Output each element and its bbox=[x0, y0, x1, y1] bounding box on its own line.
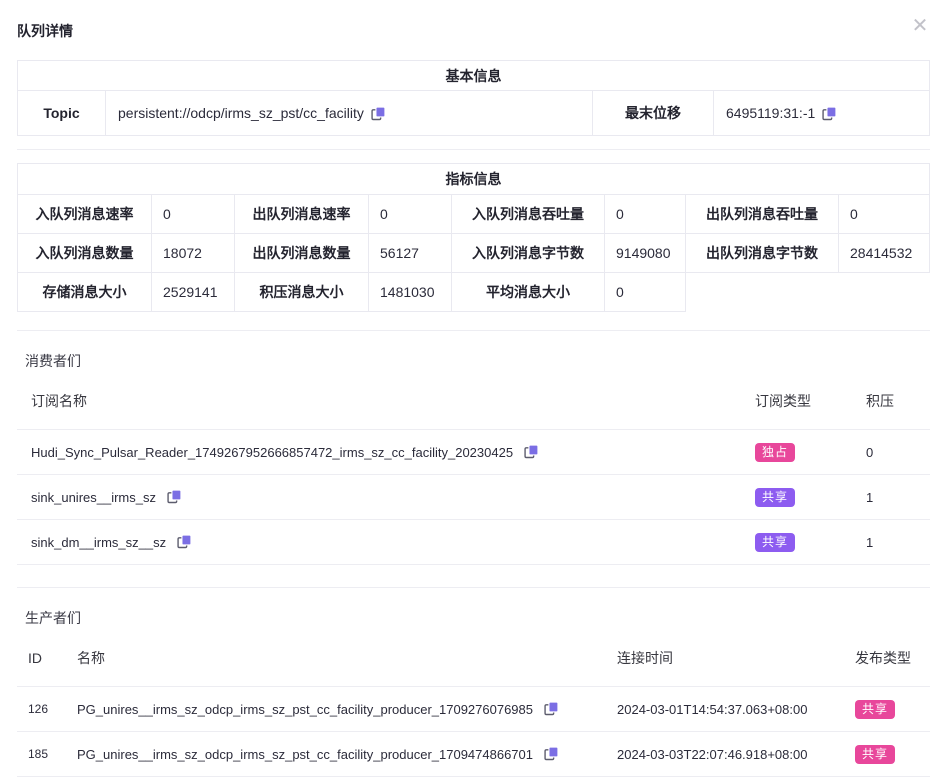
status-badge: 共享 bbox=[855, 700, 895, 719]
topic-value: persistent://odcp/irms_sz_pst/cc_facilit… bbox=[118, 105, 364, 121]
table-row: sink_dm__irms_sz__sz 共享 1 bbox=[17, 520, 930, 565]
subscription-name: Hudi_Sync_Pulsar_Reader_1749267952666857… bbox=[31, 445, 513, 460]
metric-value: 56127 bbox=[369, 234, 452, 273]
divider bbox=[17, 330, 930, 331]
subscription-name-cell: sink_unires__irms_sz bbox=[17, 489, 755, 505]
dialog-header: 队列详情 ✕ bbox=[0, 0, 947, 35]
offset-value: 6495119:31:-1 bbox=[726, 105, 815, 121]
col-header-publish-type: 发布类型 bbox=[855, 648, 930, 668]
copy-icon[interactable] bbox=[544, 746, 559, 761]
col-header-subscription-type: 订阅类型 bbox=[755, 391, 866, 411]
metric-label: 出队列消息速率 bbox=[235, 195, 369, 234]
subscription-name-cell: Hudi_Sync_Pulsar_Reader_1749267952666857… bbox=[17, 444, 755, 460]
basic-info-title: 基本信息 bbox=[17, 60, 930, 90]
dialog-title: 队列详情 bbox=[17, 23, 73, 39]
status-badge: 共享 bbox=[855, 745, 895, 764]
table-row: 185 PG_unires__irms_sz_odcp_irms_sz_pst_… bbox=[17, 732, 930, 777]
publish-type-cell: 共享 bbox=[855, 745, 930, 764]
table-row: 126 PG_unires__irms_sz_odcp_irms_sz_pst_… bbox=[17, 687, 930, 732]
metric-value: 0 bbox=[152, 195, 235, 234]
divider bbox=[17, 587, 930, 588]
metric-label: 积压消息大小 bbox=[235, 273, 369, 312]
copy-icon[interactable] bbox=[167, 489, 182, 504]
metrics-row: 入队列消息数量 18072 出队列消息数量 56127 入队列消息字节数 914… bbox=[17, 234, 930, 273]
metric-label: 入队列消息字节数 bbox=[452, 234, 605, 273]
producer-name: PG_unires__irms_sz_odcp_irms_sz_pst_cc_f… bbox=[77, 702, 533, 717]
subscription-name: sink_dm__irms_sz__sz bbox=[31, 535, 166, 550]
copy-icon[interactable] bbox=[177, 534, 192, 549]
backlog-value: 0 bbox=[866, 445, 930, 460]
metrics-title: 指标信息 bbox=[17, 163, 930, 195]
metric-value: 1481030 bbox=[369, 273, 452, 312]
table-row: Hudi_Sync_Pulsar_Reader_1749267952666857… bbox=[17, 430, 930, 475]
metric-label: 存储消息大小 bbox=[17, 273, 152, 312]
metric-value: 2529141 bbox=[152, 273, 235, 312]
copy-icon[interactable] bbox=[524, 444, 539, 459]
copy-icon[interactable] bbox=[544, 701, 559, 716]
col-header-backlog: 积压 bbox=[866, 391, 930, 411]
copy-icon[interactable] bbox=[371, 106, 386, 121]
metric-label: 入队列消息吞吐量 bbox=[452, 195, 605, 234]
producer-id: 185 bbox=[17, 747, 77, 761]
metric-value: 0 bbox=[605, 195, 686, 234]
metric-value: 18072 bbox=[152, 234, 235, 273]
metric-value: 9149080 bbox=[605, 234, 686, 273]
metric-value: 0 bbox=[839, 195, 930, 234]
metric-value: 0 bbox=[605, 273, 686, 312]
col-header-subscription-name: 订阅名称 bbox=[17, 391, 755, 411]
basic-info-row: Topic persistent://odcp/irms_sz_pst/cc_f… bbox=[17, 90, 930, 136]
consumers-table: 订阅名称 订阅类型 积压 Hudi_Sync_Pulsar_Reader_174… bbox=[17, 372, 930, 565]
metrics-table: 指标信息 入队列消息速率 0 出队列消息速率 0 入队列消息吞吐量 0 出队列消… bbox=[17, 163, 930, 312]
offset-value-cell: 6495119:31:-1 bbox=[714, 91, 929, 135]
status-badge: 共享 bbox=[755, 533, 795, 552]
consumers-section-title: 消费者们 bbox=[25, 351, 947, 371]
status-badge: 共享 bbox=[755, 488, 795, 507]
producer-id: 126 bbox=[17, 702, 77, 716]
col-header-id: ID bbox=[17, 650, 77, 666]
publish-type-cell: 共享 bbox=[855, 700, 930, 719]
topic-label: Topic bbox=[18, 91, 106, 135]
metric-label: 出队列消息数量 bbox=[235, 234, 369, 273]
metric-value: 0 bbox=[369, 195, 452, 234]
col-header-producer-name: 名称 bbox=[77, 648, 617, 668]
backlog-value: 1 bbox=[866, 535, 930, 550]
offset-label: 最末位移 bbox=[593, 91, 714, 135]
metric-label: 入队列消息速率 bbox=[17, 195, 152, 234]
col-header-connect-time: 连接时间 bbox=[617, 648, 855, 668]
metric-label: 入队列消息数量 bbox=[17, 234, 152, 273]
producer-connect-time: 2024-03-03T22:07:46.918+08:00 bbox=[617, 747, 855, 762]
producer-name-cell: PG_unires__irms_sz_odcp_irms_sz_pst_cc_f… bbox=[77, 701, 617, 717]
producers-header-row: ID 名称 连接时间 发布类型 bbox=[17, 629, 930, 687]
basic-info-table: 基本信息 Topic persistent://odcp/irms_sz_pst… bbox=[17, 60, 930, 136]
metric-label: 出队列消息吞吐量 bbox=[686, 195, 839, 234]
close-icon[interactable]: ✕ bbox=[909, 14, 931, 36]
topic-value-cell: persistent://odcp/irms_sz_pst/cc_facilit… bbox=[106, 91, 593, 135]
producer-connect-time: 2024-03-01T14:54:37.063+08:00 bbox=[617, 702, 855, 717]
status-badge: 独占 bbox=[755, 443, 795, 462]
subscription-name: sink_unires__irms_sz bbox=[31, 490, 156, 505]
producers-section-title: 生产者们 bbox=[25, 608, 947, 628]
backlog-value: 1 bbox=[866, 490, 930, 505]
metric-value: 28414532 bbox=[839, 234, 930, 273]
copy-icon[interactable] bbox=[822, 106, 837, 121]
metric-label: 出队列消息字节数 bbox=[686, 234, 839, 273]
empty-cell bbox=[686, 273, 930, 312]
consumers-header-row: 订阅名称 订阅类型 积压 bbox=[17, 372, 930, 430]
metrics-row: 入队列消息速率 0 出队列消息速率 0 入队列消息吞吐量 0 出队列消息吞吐量 … bbox=[17, 195, 930, 234]
subscription-type-cell: 共享 bbox=[755, 488, 866, 507]
metric-label: 平均消息大小 bbox=[452, 273, 605, 312]
producers-table: ID 名称 连接时间 发布类型 126 PG_unires__irms_sz_o… bbox=[17, 629, 930, 777]
subscription-type-cell: 独占 bbox=[755, 443, 866, 462]
divider bbox=[17, 149, 930, 150]
subscription-type-cell: 共享 bbox=[755, 533, 866, 552]
producer-name: PG_unires__irms_sz_odcp_irms_sz_pst_cc_f… bbox=[77, 747, 533, 762]
producer-name-cell: PG_unires__irms_sz_odcp_irms_sz_pst_cc_f… bbox=[77, 746, 617, 762]
table-row: sink_unires__irms_sz 共享 1 bbox=[17, 475, 930, 520]
subscription-name-cell: sink_dm__irms_sz__sz bbox=[17, 534, 755, 550]
metrics-row: 存储消息大小 2529141 积压消息大小 1481030 平均消息大小 0 bbox=[17, 273, 930, 312]
